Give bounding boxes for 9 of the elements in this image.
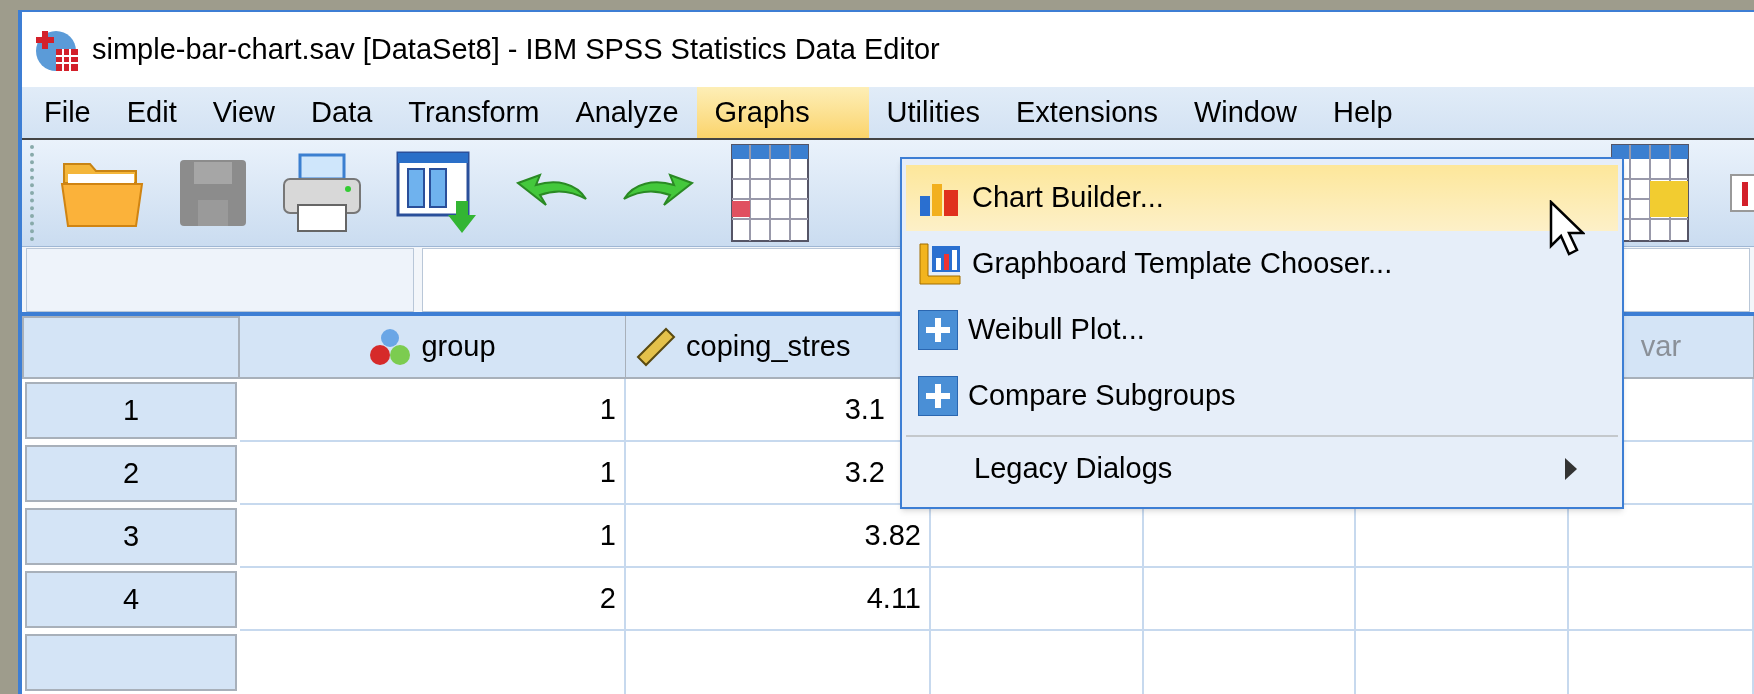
table-cell-text: 1 [599,517,616,553]
table-cell-text: 2 [599,580,616,616]
table-cell-text: 3.82 [864,517,921,553]
table-cell-text: 4.11 [866,580,921,616]
window-title: simple-bar-chart.sav [DataSet8] - IBM SPSS Statistics Data Editor [92,31,940,67]
table-cell-text: 3.1 [844,391,886,427]
table-cell-text: 1 [599,454,616,490]
table-cell-text: 3.2 [844,454,886,490]
table-cell-text: 1 [599,391,616,427]
